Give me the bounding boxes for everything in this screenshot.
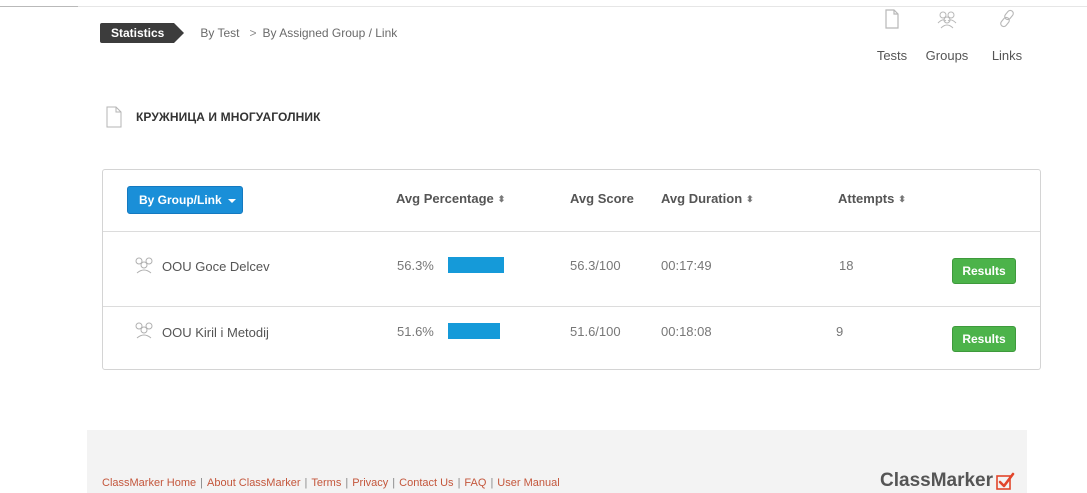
- brand-name: ClassMarker: [880, 470, 994, 491]
- footer: ClassMarker Home | About ClassMarker | Terms…: [87, 430, 1027, 493]
- checkmark-icon: [996, 472, 1015, 490]
- row-score: 51.6/100: [570, 324, 621, 339]
- row-score: 56.3/100: [570, 258, 621, 273]
- footer-link-privacy[interactable]: Privacy: [352, 477, 388, 489]
- row-duration: 00:18:08: [661, 324, 712, 339]
- nav-links[interactable]: Links: [977, 4, 1037, 66]
- stats-table: By Group/Link Avg Percentage ⬍ Avg Score …: [102, 169, 1041, 370]
- test-title: КРУЖНИЦА И МНОГУАГОЛНИК: [136, 110, 321, 124]
- footer-link-home[interactable]: ClassMarker Home: [102, 477, 196, 489]
- row-attempts: 9: [836, 324, 844, 339]
- row-percentage: 56.3%: [397, 258, 434, 273]
- nav-groups[interactable]: Groups: [917, 4, 977, 66]
- brand-logo[interactable]: ClassMarker: [880, 470, 1015, 492]
- group-icon: [937, 11, 957, 29]
- sort-icon: ⬍: [898, 194, 906, 204]
- row-group-name[interactable]: OOU Goce Delcev: [162, 259, 270, 274]
- row-group-name[interactable]: OOU Kiril i Metodij: [162, 325, 269, 340]
- row-attempts: 18: [839, 258, 854, 273]
- breadcrumb-statistics[interactable]: Statistics: [100, 23, 185, 43]
- document-icon: [106, 106, 122, 128]
- footer-links: ClassMarker Home | About ClassMarker | Terms…: [102, 477, 560, 489]
- row-duration: 00:17:49: [661, 258, 712, 273]
- nav-groups-label: Groups: [925, 48, 969, 63]
- document-icon: [885, 9, 899, 29]
- footer-link-faq[interactable]: FAQ: [464, 477, 486, 489]
- link-icon: [1000, 9, 1014, 28]
- footer-link-manual[interactable]: User Manual: [497, 477, 559, 489]
- test-header: КРУЖНИЦА И МНОГУАГОЛНИК: [106, 105, 321, 129]
- nav-links-label: Links: [991, 48, 1023, 63]
- group-icon: [135, 322, 153, 339]
- group-by-label: By Group/Link: [139, 193, 222, 207]
- group-by-dropdown[interactable]: By Group/Link: [127, 186, 243, 214]
- nav-tests-label: Tests: [876, 48, 908, 63]
- breadcrumb-separator: >: [249, 26, 257, 40]
- group-icon: [135, 257, 153, 274]
- results-button[interactable]: Results: [952, 258, 1016, 284]
- sort-icon: ⬍: [497, 194, 506, 204]
- results-button[interactable]: Results: [952, 326, 1016, 352]
- row-divider: [103, 231, 1040, 232]
- footer-link-contact[interactable]: Contact Us: [399, 477, 453, 489]
- row-divider: [103, 306, 1040, 307]
- header-avg-duration[interactable]: Avg Duration ⬍: [661, 191, 754, 206]
- header-avg-score: Avg Score: [570, 191, 634, 206]
- percentage-bar: [448, 323, 500, 339]
- row-percentage: 51.6%: [397, 324, 434, 339]
- breadcrumb-by-test[interactable]: By Test: [200, 26, 239, 40]
- footer-link-terms[interactable]: Terms: [311, 477, 341, 489]
- breadcrumb: Statistics By Test > By Assigned Group /…: [100, 23, 397, 43]
- header-attempts[interactable]: Attempts ⬍: [838, 191, 906, 206]
- footer-link-about[interactable]: About ClassMarker: [207, 477, 301, 489]
- percentage-bar: [448, 257, 505, 273]
- breadcrumb-by-group: By Assigned Group / Link: [262, 26, 398, 40]
- sort-icon: ⬍: [746, 194, 754, 204]
- page: Statistics By Test > By Assigned Group /…: [0, 0, 1087, 493]
- header-avg-percentage[interactable]: Avg Percentage ⬍: [396, 191, 505, 206]
- top-nav: Tests Groups Links: [862, 4, 1032, 66]
- nav-tests[interactable]: Tests: [862, 4, 922, 66]
- caret-down-icon: [227, 198, 236, 203]
